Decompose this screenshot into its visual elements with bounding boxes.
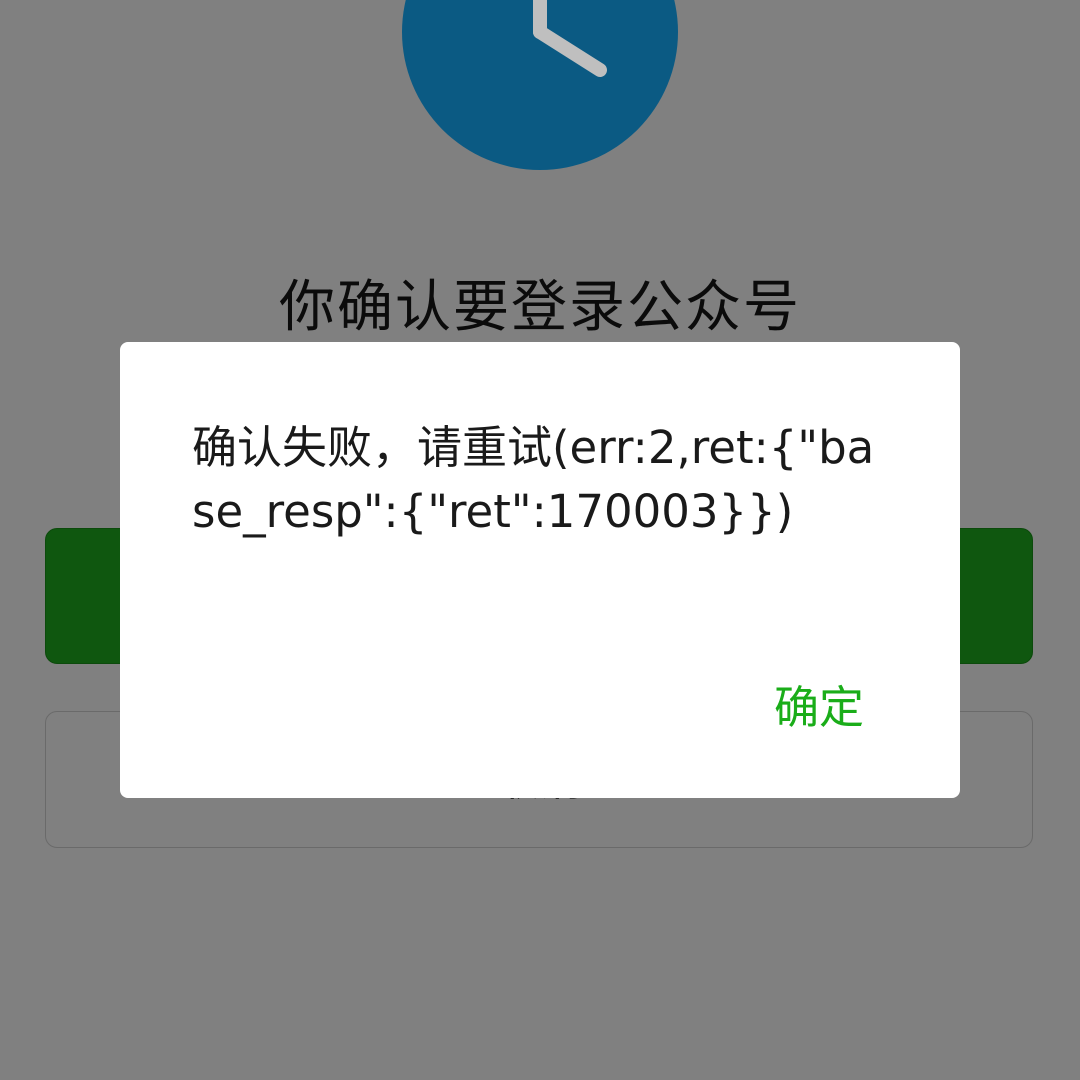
page-title: 你确认要登录公众号	[279, 275, 801, 340]
clock-icon	[402, 0, 678, 170]
dialog-ok-button[interactable]: 确定	[774, 676, 864, 740]
error-dialog: 确认失败，请重试(err:2,ret:{"base_resp":{"ret":1…	[120, 342, 960, 798]
clock-hands	[533, 0, 607, 77]
error-message: 确认失败，请重试(err:2,ret:{"base_resp":{"ret":1…	[192, 421, 875, 538]
